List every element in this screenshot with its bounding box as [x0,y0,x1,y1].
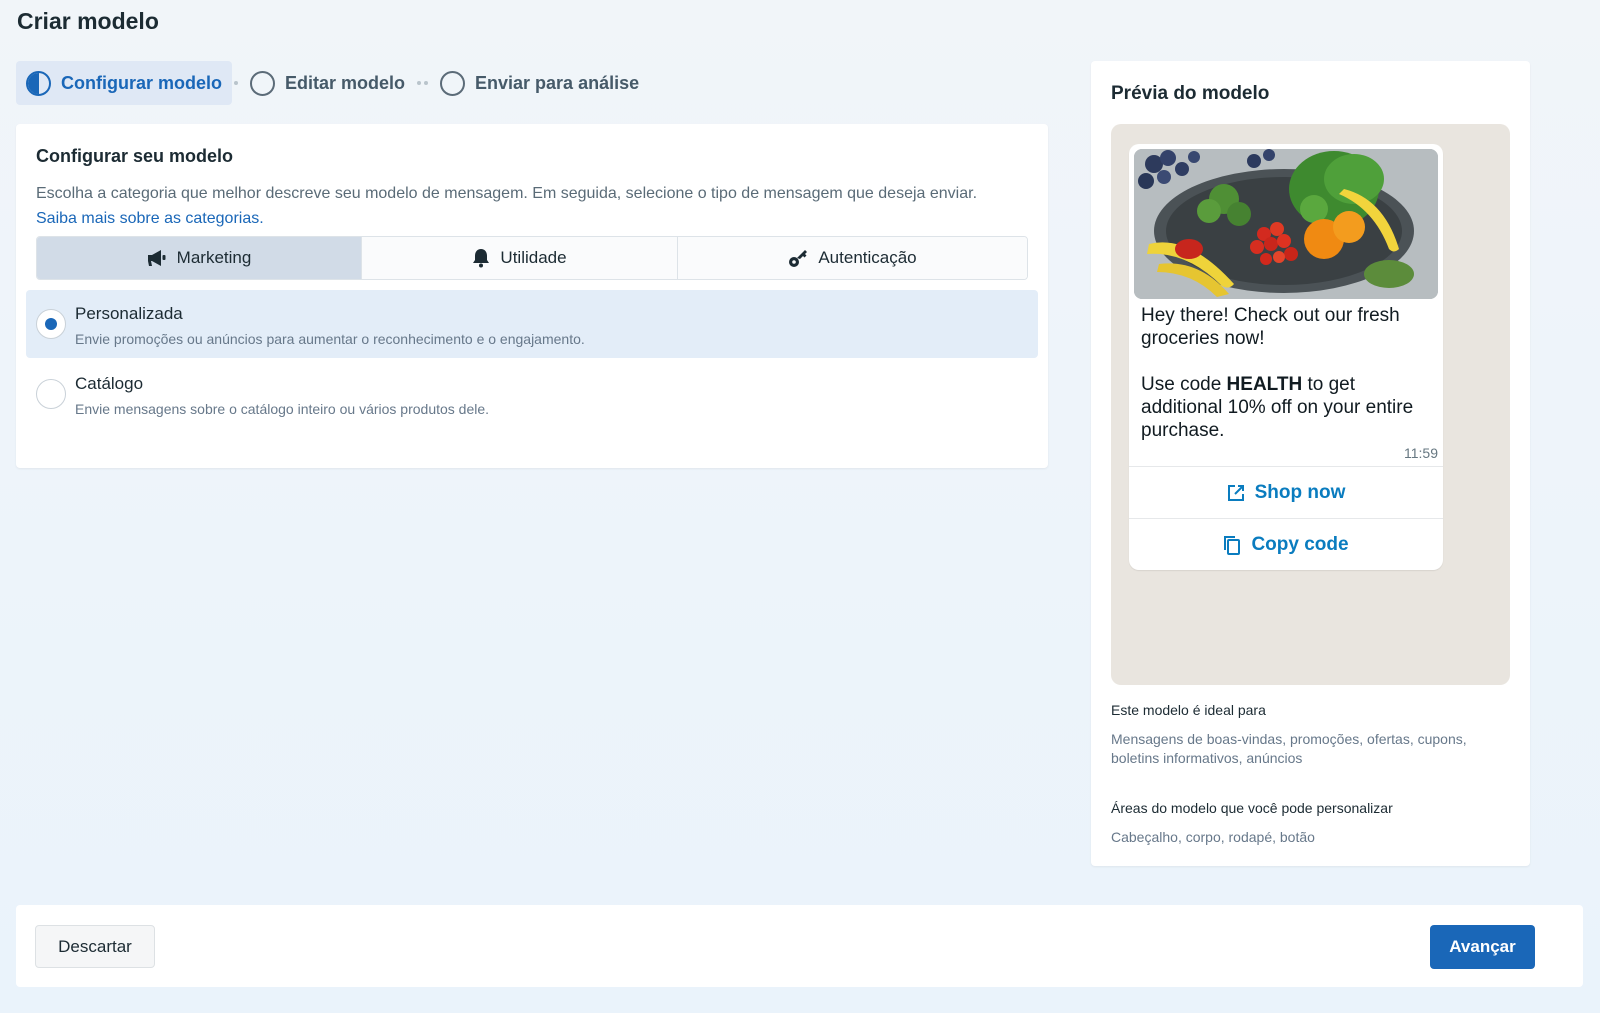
step-label: Editar modelo [285,72,406,93]
preview-title: Prévia do modelo [1111,83,1270,104]
option-custom[interactable]: Personalizada Envie promoções ou anúncio… [26,290,1038,358]
key-icon [789,250,808,267]
category-label: Utilidade [500,248,567,267]
config-title: Configurar seu modelo [36,146,234,166]
category-label: Marketing [176,248,252,267]
category-utility[interactable]: Utilidade [362,237,678,279]
button-label: Copy code [1251,533,1349,555]
step-separator [417,81,429,85]
step-configure[interactable]: Configurar modelo [16,61,232,105]
step-separator [234,81,238,85]
category-label: Autenticação [818,248,917,267]
config-description: Escolha a categoria que melhor descreve … [36,181,1036,231]
message-line: Hey there! Check out our fresh groceries… [1141,305,1400,349]
ideal-for-label: Este modelo é ideal para [1111,702,1266,718]
bell-icon [473,249,490,268]
stepper: Configurar modelo Editar modelo Enviar p… [16,61,649,105]
config-card: Configurar seu modelo Escolha a categori… [16,124,1048,468]
header-image [1134,149,1438,299]
option-title: Personalizada [75,304,183,323]
category-marketing[interactable]: Marketing [37,237,362,279]
step-progress-icon [26,70,51,96]
category-selector: Marketing Utilidade Autenticação [36,236,1028,280]
message-bubble: Hey there! Check out our fresh groceries… [1129,144,1443,570]
page-title: Criar modelo [17,8,159,34]
copy-icon [1224,535,1241,555]
message-text: Use code [1141,374,1227,395]
option-description: Envie promoções ou anúncios para aumenta… [75,331,585,347]
message-line: Use code HEALTH to get additional 10% of… [1141,373,1436,442]
step-edit[interactable]: Editar modelo [240,61,415,105]
step-label: Enviar para análise [475,72,640,93]
button-label: Shop now [1254,481,1346,503]
message-body: Hey there! Check out our fresh groceries… [1141,304,1436,442]
option-catalog[interactable]: Catálogo Envie mensagens sobre o catálog… [26,360,1038,428]
discard-button[interactable]: Descartar [35,925,155,968]
category-authentication[interactable]: Autenticação [678,237,1027,279]
copy-code-button[interactable]: Copy code [1129,518,1443,570]
custom-areas-label: Áreas do modelo que você pode personaliz… [1111,800,1393,816]
promo-code: HEALTH [1226,374,1303,395]
step-circle-icon [440,70,466,96]
radio-custom[interactable] [36,309,66,339]
step-submit[interactable]: Enviar para análise [430,61,649,105]
megaphone-icon [147,250,166,266]
config-description-text: Escolha a categoria que melhor descreve … [36,185,978,202]
custom-areas-text: Cabeçalho, corpo, rodapé, botão [1111,829,1315,845]
message-time: 11:59 [1404,445,1438,461]
external-link-icon [1227,484,1244,501]
option-title: Catálogo [75,374,144,393]
chat-background: Hey there! Check out our fresh groceries… [1111,124,1510,685]
shop-now-button[interactable]: Shop now [1129,466,1443,518]
learn-more-link[interactable]: Saiba mais sobre as categorias. [36,210,264,227]
ideal-for-text: Mensagens de boas-vindas, promoções, ofe… [1111,731,1467,766]
next-button[interactable]: Avançar [1430,925,1535,969]
radio-catalog[interactable] [36,379,66,409]
step-label: Configurar modelo [61,72,222,93]
preview-panel: Prévia do modelo Hey there! Check out ou… [1091,61,1530,866]
footer-bar: Descartar Avançar [16,905,1583,987]
step-circle-icon [250,70,275,96]
option-description: Envie mensagens sobre o catálogo inteiro… [75,401,490,417]
